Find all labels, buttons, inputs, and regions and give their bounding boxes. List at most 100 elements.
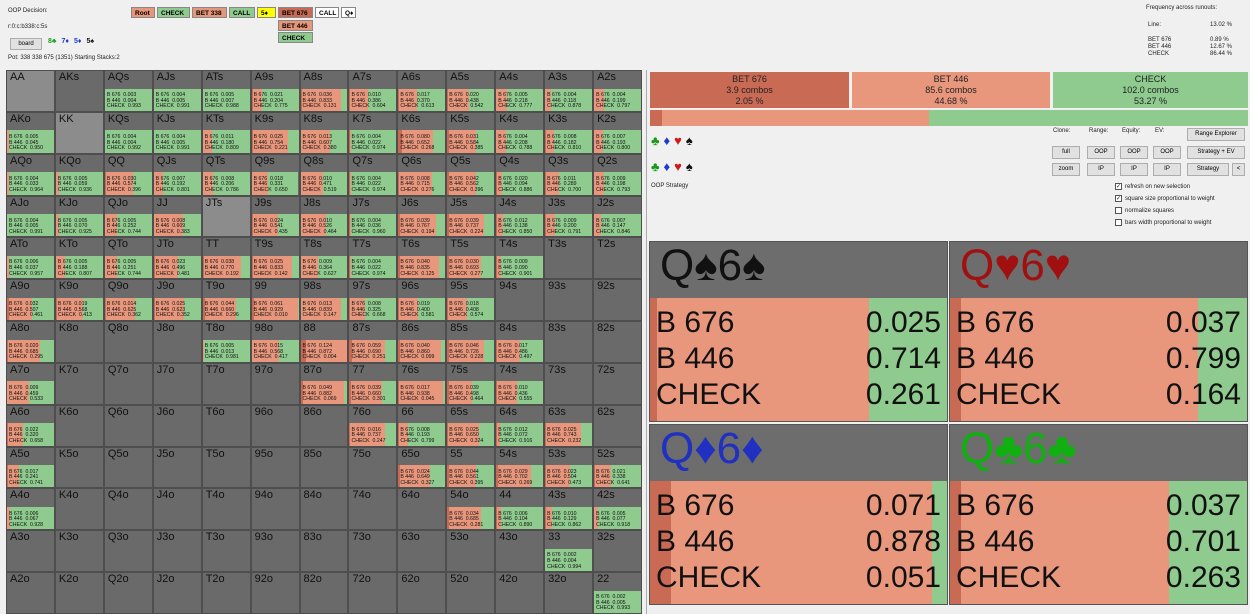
hand-cell[interactable]: B 676 0.005 B 446 0.007 CHECK 0.988 ATs: [201, 70, 251, 112]
hand-cell[interactable]: B 676 0.010 B 446 0.436 CHECK 0.555 74s: [495, 362, 545, 405]
hand-cell[interactable]: Q4o: [103, 488, 153, 531]
hand-cell[interactable]: B 676 0.010 B 446 0.386 CHECK 0.604 A7s: [348, 70, 398, 112]
hand-cell[interactable]: 32o: [544, 572, 594, 614]
hand-cell[interactable]: B 676 0.025 B 446 0.650 CHECK 0.324 65s: [446, 404, 496, 447]
range-ip-button[interactable]: IP: [1087, 163, 1115, 176]
hand-cell[interactable]: B 676 0.021 B 446 0.338 CHECK 0.641 52s: [593, 446, 642, 489]
hand-cell[interactable]: B 676 0.025 B 446 0.623 CHECK 0.352 J9o: [152, 279, 202, 322]
back-button[interactable]: <: [1232, 163, 1245, 176]
hand-cell[interactable]: B 676 0.039 B 446 0.767 CHECK 0.194 J6s: [397, 195, 447, 238]
option-checkbox[interactable]: ✓ refresh on new selection: [1115, 183, 1190, 190]
hand-cell[interactable]: B 676 0.013 B 446 0.839 CHECK 0.147 98s: [299, 279, 349, 322]
hand-cell[interactable]: T6o: [201, 404, 251, 447]
line-chip[interactable]: BET 446: [278, 20, 313, 31]
suit-hearts-icon[interactable]: ♥: [674, 133, 682, 148]
hand-cell[interactable]: B 676 0.019 B 446 0.400 CHECK 0.581 96s: [397, 279, 447, 322]
hand-cell[interactable]: 84o: [299, 488, 349, 531]
hand-cell[interactable]: B 676 0.002 B 446 0.005 CHECK 0.993 22: [593, 572, 642, 614]
hand-cell[interactable]: B 676 0.039 B 446 0.498 CHECK 0.464 75s: [446, 362, 496, 405]
hand-cell[interactable]: B 676 0.042 B 446 0.562 CHECK 0.396 Q5s: [446, 153, 496, 196]
hand-cell[interactable]: B 676 0.011 B 446 0.180 CHECK 0.809 KTs: [201, 111, 251, 154]
hand-cell[interactable]: B 676 0.012 B 446 0.072 CHECK 0.916 64s: [495, 404, 545, 447]
suit-hearts-icon[interactable]: ♥: [674, 159, 682, 174]
hand-cell[interactable]: JTs: [201, 195, 251, 238]
hand-cell[interactable]: Q5o: [103, 446, 153, 489]
hand-cell[interactable]: 62o: [397, 572, 447, 614]
hand-cell[interactable]: J3o: [152, 530, 202, 573]
range-explorer-button[interactable]: Range Explorer: [1187, 128, 1245, 141]
hand-cell[interactable]: J4o: [152, 488, 202, 531]
hand-cell[interactable]: B 676 0.007 B 446 0.147 CHECK 0.846 J2s: [593, 195, 642, 238]
hand-cell[interactable]: B 676 0.009 B 446 0.459 CHECK 0.533 A7o: [6, 362, 55, 405]
suit-spades-icon[interactable]: ♠: [686, 159, 693, 174]
hand-cell[interactable]: K7o: [54, 362, 104, 405]
hand-cell[interactable]: 97o: [250, 362, 300, 405]
hand-cell[interactable]: B 676 0.044 B 446 0.660 CHECK 0.296 T9o: [201, 279, 251, 322]
hand-cell[interactable]: 62s: [593, 404, 642, 447]
hand-cell[interactable]: T3s: [544, 237, 594, 280]
hand-cell[interactable]: B 676 0.005 B 446 0.045 CHECK 0.950 AKo: [6, 111, 55, 154]
ev-oop-button[interactable]: OOP: [1153, 146, 1181, 159]
summary-check[interactable]: CHECK 102.0 combos 53.27 %: [1053, 72, 1248, 108]
hand-cell[interactable]: B 676 0.004 B 446 0.005 CHECK 0.991 AJo: [6, 195, 55, 238]
hand-cell[interactable]: B 676 0.025 B 446 0.754 CHECK 0.221 K9s: [250, 111, 300, 154]
hand-cell[interactable]: B 676 0.010 B 446 0.471 CHECK 0.519 Q8s: [299, 153, 349, 196]
hand-cell[interactable]: B 676 0.023 B 446 0.504 CHECK 0.473 53s: [544, 446, 594, 489]
hand-cell[interactable]: B 676 0.004 B 446 0.005 CHECK 0.991 AJs: [152, 70, 202, 112]
hand-cell[interactable]: K2o: [54, 572, 104, 614]
hand-cell[interactable]: B 676 0.006 B 446 0.104 CHECK 0.890 44: [495, 488, 545, 531]
hand-cell[interactable]: 72s: [593, 362, 642, 405]
line-chip[interactable]: 5♦: [257, 7, 276, 18]
hand-cell[interactable]: B 676 0.004 B 446 0.005 CHECK 0.991 KJs: [152, 111, 202, 154]
hand-cell[interactable]: B 676 0.016 B 446 0.737 CHECK 0.247 76o: [348, 404, 398, 447]
hand-cell[interactable]: KK: [54, 111, 104, 154]
hand-cell[interactable]: Q2o: [103, 572, 153, 614]
hand-cell[interactable]: B 676 0.061 B 446 0.929 CHECK 0.010 99: [250, 279, 300, 322]
hand-cell[interactable]: 92o: [250, 572, 300, 614]
equity-ip-button[interactable]: IP: [1120, 163, 1148, 176]
hand-cell[interactable]: 74o: [348, 488, 398, 531]
line-chip[interactable]: BET 676: [278, 7, 313, 18]
hand-cell[interactable]: B 676 0.018 B 446 0.331 CHECK 0.650 Q9s: [250, 153, 300, 196]
hand-cell[interactable]: B 676 0.030 B 446 0.693 CHECK 0.277 T5s: [446, 237, 496, 280]
summary-bet-446[interactable]: BET 446 85.6 combos 44.68 %: [852, 72, 1050, 108]
hand-cell[interactable]: B 676 0.059 B 446 0.690 CHECK 0.251 87s: [348, 321, 398, 363]
hand-cell[interactable]: B 676 0.032 B 446 0.507 CHECK 0.461 A9o: [6, 279, 55, 322]
hand-cell[interactable]: B 676 0.022 B 446 0.320 CHECK 0.658 A6o: [6, 404, 55, 447]
full-button[interactable]: full: [1052, 146, 1080, 159]
strategy-ev-button[interactable]: Strategy + EV: [1187, 146, 1245, 159]
hand-cell[interactable]: B 676 0.009 B 446 0.090 CHECK 0.901 T4s: [495, 237, 545, 280]
hand-cell[interactable]: T4o: [201, 488, 251, 531]
hand-cell[interactable]: B 676 0.009 B 446 0.364 CHECK 0.627 T8s: [299, 237, 349, 280]
hand-cell[interactable]: B 676 0.020 B 446 0.438 CHECK 0.542 A5s: [446, 70, 496, 112]
hand-cell[interactable]: B 676 0.046 B 446 0.726 CHECK 0.228 85s: [446, 321, 496, 363]
hand-cell[interactable]: B 676 0.005 B 446 0.251 CHECK 0.744 QTo: [103, 237, 153, 280]
hand-cell[interactable]: B 676 0.005 B 446 0.059 CHECK 0.936 KQo: [54, 153, 104, 196]
ev-ip-button[interactable]: IP: [1153, 163, 1181, 176]
hand-cell[interactable]: 83o: [299, 530, 349, 573]
hand-cell[interactable]: B 676 0.044 B 446 0.561 CHECK 0.395 55: [446, 446, 496, 489]
hand-cell[interactable]: 53o: [446, 530, 496, 573]
hand-cell[interactable]: 42o: [495, 572, 545, 614]
hand-cell[interactable]: B 676 0.040 B 446 0.860 CHECK 0.099 86s: [397, 321, 447, 363]
hand-cell[interactable]: J2o: [152, 572, 202, 614]
combo-panel[interactable]: Q♦6♦ B 676 0.071 B 446 0.878 CHECK 0.051: [649, 424, 948, 605]
hand-cell[interactable]: B 676 0.020 B 446 0.094 CHECK 0.886 Q4s: [495, 153, 545, 196]
hand-cell[interactable]: 73s: [544, 362, 594, 405]
hand-cell[interactable]: B 676 0.004 B 446 0.022 CHECK 0.974 K7s: [348, 111, 398, 154]
zoom-button[interactable]: zoom: [1052, 163, 1080, 176]
hand-cell[interactable]: B 676 0.124 B 446 0.872 CHECK 0.004 88: [299, 321, 349, 363]
hand-cell[interactable]: B 676 0.005 B 446 0.188 CHECK 0.807 KTo: [54, 237, 104, 280]
hand-cell[interactable]: T3o: [201, 530, 251, 573]
hand-cell[interactable]: B 676 0.012 B 446 0.138 CHECK 0.850 J4s: [495, 195, 545, 238]
hand-cell[interactable]: Q3o: [103, 530, 153, 573]
hand-cell[interactable]: T5o: [201, 446, 251, 489]
combo-panel[interactable]: Q♣6♣ B 676 0.037 B 446 0.701 CHECK 0.263: [949, 424, 1248, 605]
hand-cell[interactable]: B 676 0.010 B 446 0.526 CHECK 0.464 J8s: [299, 195, 349, 238]
hand-cell[interactable]: 83s: [544, 321, 594, 363]
hand-cell[interactable]: B 676 0.038 B 446 0.770 CHECK 0.192 TT: [201, 237, 251, 280]
line-chip[interactable]: BET 338: [192, 7, 227, 18]
checkbox-box[interactable]: [1115, 207, 1122, 214]
suit-clubs-icon[interactable]: ♣: [651, 159, 660, 174]
hand-cell[interactable]: 94s: [495, 279, 545, 322]
